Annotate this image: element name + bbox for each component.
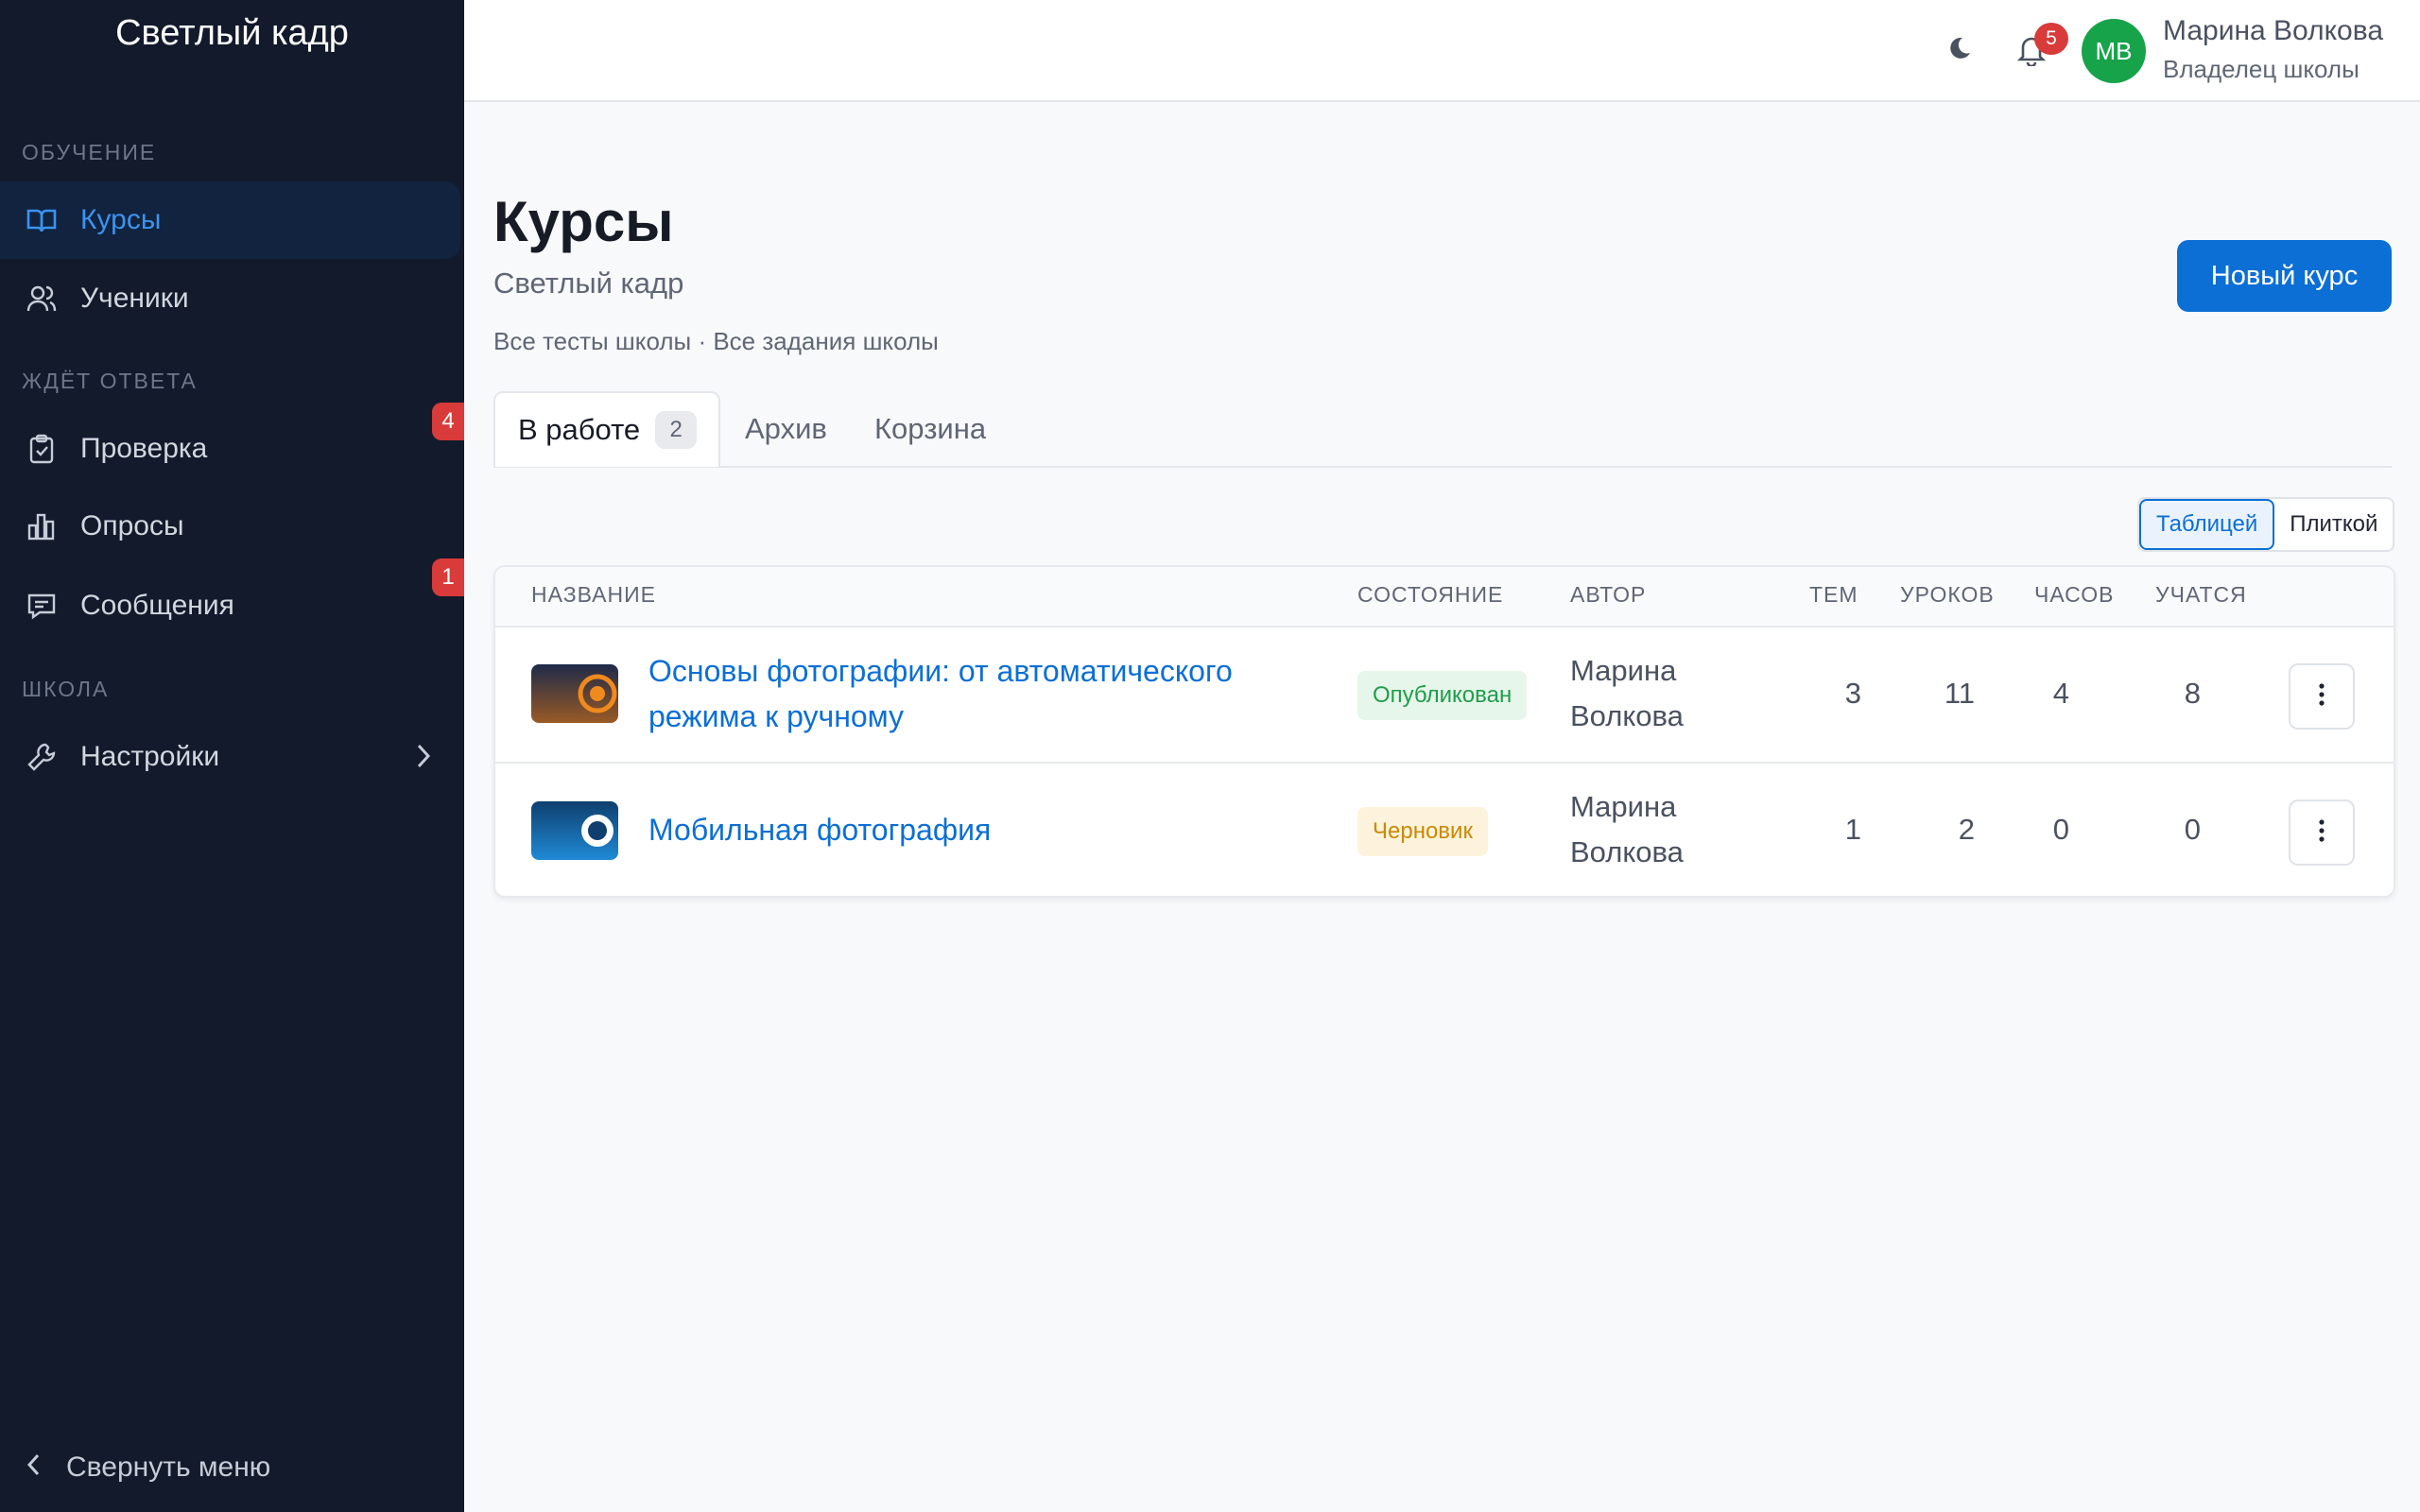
- topics-count: 3: [1844, 677, 1861, 710]
- author-line: Волкова: [1570, 699, 1684, 732]
- moon-icon: [1945, 37, 1974, 66]
- students-count: 8: [2184, 677, 2201, 710]
- column-header-topics: ТЕМ: [1809, 582, 1858, 607]
- author-name: Марина Волкова: [1570, 784, 1684, 875]
- sidebar-item-courses[interactable]: Курсы: [0, 181, 460, 259]
- kebab-menu-icon: [2318, 818, 2325, 848]
- section-label-awaiting: ЖДЁТ ОТВЕТА: [22, 369, 198, 393]
- tab-count-badge: 2: [655, 411, 698, 449]
- section-label-learning: ОБУЧЕНИЕ: [22, 140, 157, 164]
- row-actions-button[interactable]: [2289, 799, 2355, 866]
- messages-count-badge: 1: [432, 558, 464, 596]
- course-title-line: Основы фотографии: от автоматического: [648, 654, 1233, 688]
- review-count-badge: 4: [432, 403, 464, 440]
- tab-label: В работе: [518, 413, 641, 446]
- sidebar-item-label: Настройки: [80, 741, 220, 772]
- status-badge: Опубликован: [1357, 671, 1528, 720]
- topics-count: 1: [1844, 813, 1861, 846]
- bell-icon: [2016, 37, 2047, 70]
- sidebar-item-label: Опросы: [80, 510, 184, 541]
- kebab-menu-icon: [2318, 682, 2325, 712]
- table-row[interactable]: Основы фотографии: от автоматического ре…: [495, 627, 2394, 762]
- sidebar-item-students[interactable]: Ученики: [0, 260, 464, 337]
- author-line: Марина: [1570, 790, 1677, 823]
- view-toggle: Таблицей Плиткой: [2137, 497, 2395, 552]
- collapse-menu-button[interactable]: Свернуть меню: [26, 1452, 270, 1484]
- row-actions-button[interactable]: [2289, 663, 2355, 730]
- sidebar-item-messages[interactable]: Сообщения: [0, 567, 464, 644]
- user-name[interactable]: Марина Волкова: [2163, 15, 2383, 47]
- collapse-menu-label: Свернуть меню: [66, 1452, 271, 1483]
- users-icon: [24, 281, 60, 317]
- hours-count: 4: [2052, 677, 2069, 710]
- sidebar-item-label: Курсы: [80, 204, 162, 235]
- notification-count-badge: 5: [2034, 23, 2068, 55]
- view-table-button[interactable]: Таблицей: [2139, 499, 2275, 550]
- column-header-author: АВТОР: [1570, 582, 1647, 607]
- course-title-line: режима к ручному: [648, 699, 905, 733]
- course-title-link[interactable]: Мобильная фотография: [648, 807, 991, 852]
- book-icon: [24, 202, 60, 238]
- course-thumbnail: [531, 664, 618, 723]
- dark-mode-toggle[interactable]: [1945, 34, 1974, 67]
- chevron-right-icon: [416, 743, 431, 777]
- page-title: Курсы: [493, 190, 674, 253]
- wrench-icon: [24, 739, 60, 775]
- link-separator: ·: [698, 327, 707, 355]
- brand-title[interactable]: Светлый кадр: [0, 13, 464, 54]
- author-name: Марина Волкова: [1570, 648, 1684, 739]
- courses-table: НАЗВАНИЕ СОСТОЯНИЕ АВТОР ТЕМ УРОКОВ ЧАСО…: [493, 565, 2395, 898]
- column-header-hours: ЧАСОВ: [2034, 582, 2115, 607]
- sidebar-item-label: Проверка: [80, 433, 208, 464]
- tab-in-progress[interactable]: В работе 2: [493, 391, 720, 467]
- table-header: НАЗВАНИЕ СОСТОЯНИЕ АВТОР ТЕМ УРОКОВ ЧАСО…: [495, 567, 2394, 627]
- course-thumbnail: [531, 801, 618, 860]
- sidebar-item-surveys[interactable]: Опросы: [0, 488, 464, 565]
- students-count: 0: [2184, 813, 2201, 846]
- clipboard-check-icon: [24, 431, 60, 467]
- sidebar: Светлый кадр ОБУЧЕНИЕ Курсы Ученики ЖДЁТ…: [0, 0, 464, 1512]
- school-links: Все тесты школы · Все задания школы: [493, 327, 939, 356]
- status-badge: Черновик: [1357, 807, 1488, 856]
- all-tests-link[interactable]: Все тесты школы: [493, 327, 691, 355]
- all-tasks-link[interactable]: Все задания школы: [713, 327, 939, 355]
- table-row[interactable]: Мобильная фотография Черновик Марина Вол…: [495, 762, 2394, 896]
- hours-count: 0: [2052, 813, 2069, 846]
- page-subtitle: Светлый кадр: [493, 266, 684, 300]
- author-line: Волкова: [1570, 835, 1684, 868]
- course-title-link[interactable]: Основы фотографии: от автоматического ре…: [648, 648, 1233, 739]
- view-tiles-button[interactable]: Плиткой: [2274, 499, 2393, 550]
- lessons-count: 11: [1944, 677, 1975, 710]
- tab-trash[interactable]: Корзина: [874, 391, 986, 467]
- chevron-left-icon: [26, 1452, 40, 1484]
- tab-archive[interactable]: Архив: [745, 391, 827, 467]
- column-header-students: УЧАТСЯ: [2155, 582, 2247, 607]
- column-header-lessons: УРОКОВ: [1900, 582, 1995, 607]
- section-label-school: ШКОЛА: [22, 677, 110, 701]
- avatar[interactable]: МВ: [2082, 19, 2146, 83]
- message-icon: [24, 588, 60, 624]
- new-course-button[interactable]: Новый курс: [2177, 240, 2392, 312]
- sidebar-item-label: Ученики: [80, 283, 189, 314]
- user-role: Владелец школы: [2163, 55, 2360, 83]
- lessons-count: 2: [1958, 813, 1975, 846]
- bar-chart-icon: [24, 508, 60, 544]
- author-line: Марина: [1570, 654, 1677, 687]
- sidebar-item-settings[interactable]: Настройки: [0, 718, 464, 796]
- column-header-name: НАЗВАНИЕ: [531, 582, 656, 607]
- sidebar-item-review[interactable]: Проверка: [0, 410, 464, 488]
- column-header-status: СОСТОЯНИЕ: [1357, 582, 1504, 607]
- sidebar-item-label: Сообщения: [80, 590, 234, 621]
